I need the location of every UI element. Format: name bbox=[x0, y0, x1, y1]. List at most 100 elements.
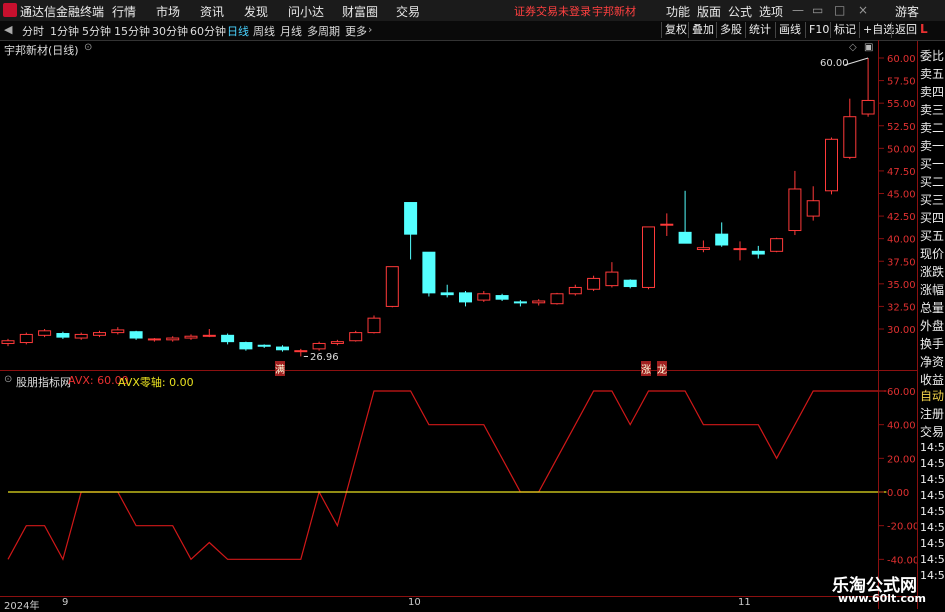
price-tick-label: 30.00 bbox=[887, 325, 916, 336]
panel-label: 现价 bbox=[920, 247, 945, 261]
candle bbox=[751, 250, 765, 255]
period-tab-5min[interactable]: 5分钟 bbox=[82, 23, 111, 39]
menu-item-ask[interactable]: 问小达 bbox=[288, 3, 324, 20]
panel-toggle-icon[interactable]: ▣ bbox=[864, 42, 873, 53]
candle bbox=[166, 337, 180, 341]
candle bbox=[605, 271, 619, 287]
x-axis-month-label: 10 bbox=[408, 597, 421, 608]
panel-trade-button[interactable]: 交易 bbox=[920, 423, 944, 440]
candles-layer bbox=[1, 57, 875, 357]
toolbar-overlay-button[interactable]: 叠加 bbox=[688, 22, 717, 38]
panel-label: 换手 bbox=[920, 337, 945, 351]
diamond-icon[interactable]: ◇ bbox=[849, 42, 857, 53]
tick-time: 14:56 bbox=[920, 473, 945, 486]
period-tab-weekly[interactable]: 周线 bbox=[253, 23, 275, 39]
period-tab-30min[interactable]: 30分钟 bbox=[152, 23, 188, 39]
close-icon[interactable]: × bbox=[858, 3, 868, 17]
candle bbox=[440, 292, 454, 296]
panel-L-button[interactable]: L bbox=[920, 22, 928, 36]
menu-item-formula[interactable]: 公式 bbox=[728, 3, 752, 20]
tick-time: 14:56 bbox=[920, 553, 945, 566]
main-chart-title: 宇邦新材(日线) bbox=[4, 44, 79, 57]
menu-item-market[interactable]: 市场 bbox=[156, 3, 180, 20]
menu-item-function[interactable]: 功能 bbox=[666, 3, 690, 20]
low-price-label: 26.96 bbox=[310, 352, 339, 363]
candle bbox=[349, 332, 363, 342]
candle bbox=[1, 340, 15, 344]
candle bbox=[513, 301, 527, 304]
candle bbox=[367, 317, 381, 334]
candle bbox=[642, 226, 655, 288]
price-tick-label: 57.50 bbox=[887, 77, 916, 88]
panel-auto-button[interactable]: 自动 bbox=[920, 387, 944, 404]
menu-item-layout[interactable]: 版面 bbox=[697, 3, 721, 20]
limit-up-marker[interactable]: 满 bbox=[275, 361, 285, 376]
period-tab-monthly[interactable]: 月线 bbox=[280, 23, 302, 39]
indicator-dropdown-icon[interactable]: ⊙ bbox=[4, 374, 12, 385]
menu-item-wealth[interactable]: 财富圈 bbox=[342, 3, 378, 20]
chart-title-dropdown-icon[interactable]: ⊙ bbox=[84, 42, 92, 53]
toolbar-f10-button[interactable]: F10 bbox=[805, 22, 832, 38]
candle bbox=[129, 331, 143, 339]
candle bbox=[385, 266, 399, 307]
toolbar-draw-button[interactable]: 画线 bbox=[775, 22, 804, 38]
period-tab-multi[interactable]: 多周期 bbox=[307, 23, 340, 39]
period-tab-more[interactable]: 更多 bbox=[345, 23, 367, 39]
panel-register-button[interactable]: 注册 bbox=[920, 405, 944, 422]
panel-label: 涨跌 bbox=[920, 265, 945, 279]
tick-time: 14:56 bbox=[920, 569, 945, 582]
period-tab-1min[interactable]: 1分钟 bbox=[50, 23, 79, 39]
login-status[interactable]: 证券交易未登录 bbox=[514, 3, 591, 19]
quote-side-panel: L 委比 卖五 卖四 卖三 卖二 卖一 买一 买二 买三 买四 买五 现价 涨跌… bbox=[917, 22, 945, 609]
indicator-name[interactable]: 股朋指标网 bbox=[16, 374, 71, 390]
price-tick-label: 55.00 bbox=[887, 99, 916, 110]
panel-label: 收益 bbox=[920, 373, 945, 387]
panel-label: 卖五 bbox=[920, 67, 945, 81]
candle bbox=[678, 231, 692, 244]
more-chevron-icon[interactable]: › bbox=[368, 23, 372, 36]
toolbar-back-button[interactable]: 返回 bbox=[891, 22, 920, 38]
collapse-icon[interactable]: ◀ bbox=[4, 23, 12, 36]
period-tab-15min[interactable]: 15分钟 bbox=[114, 23, 150, 39]
rise-marker[interactable]: 涨 bbox=[641, 361, 651, 376]
avx-series-line bbox=[7, 390, 887, 561]
period-tab-timeshare[interactable]: 分时 bbox=[22, 23, 44, 39]
candle bbox=[568, 286, 582, 295]
price-tick-label: 42.50 bbox=[887, 212, 916, 223]
period-tab-daily[interactable]: 日线 bbox=[227, 23, 249, 39]
menu-item-discover[interactable]: 发现 bbox=[244, 3, 268, 20]
dragon-marker[interactable]: 龙 bbox=[657, 361, 667, 376]
candle bbox=[56, 333, 70, 338]
candle bbox=[184, 335, 198, 339]
tick-time: 14:56 bbox=[920, 489, 945, 502]
tick-time: 14:56 bbox=[920, 505, 945, 518]
indicator-tick-label: 0.00 bbox=[887, 488, 909, 499]
candle bbox=[770, 238, 784, 252]
restore-icon[interactable]: ▭ bbox=[812, 3, 823, 17]
indicator-tick-label: 20.00 bbox=[887, 454, 916, 465]
maximize-icon[interactable]: □ bbox=[834, 3, 845, 17]
menu-item-news[interactable]: 资讯 bbox=[200, 3, 224, 20]
panel-label: 委比 bbox=[920, 49, 945, 63]
candle bbox=[422, 251, 436, 294]
price-tick-label: 32.50 bbox=[887, 302, 916, 313]
candle bbox=[861, 99, 875, 115]
minimize-icon[interactable]: — bbox=[792, 3, 804, 17]
candle bbox=[276, 346, 289, 351]
toolbar-stats-button[interactable]: 统计 bbox=[745, 22, 774, 38]
period-tab-60min[interactable]: 60分钟 bbox=[190, 23, 226, 39]
menu-item-trade[interactable]: 交易 bbox=[396, 3, 420, 20]
menu-item-quotes[interactable]: 行情 bbox=[112, 3, 136, 20]
guest-user[interactable]: 游客 bbox=[895, 3, 919, 20]
indicator-zero-value: AVX零轴: 0.00 bbox=[118, 376, 194, 389]
panel-label: 卖二 bbox=[920, 121, 945, 135]
candle bbox=[312, 342, 326, 350]
panel-label: 净资 bbox=[920, 355, 945, 369]
toolbar-multistock-button[interactable]: 多股 bbox=[716, 22, 745, 38]
menu-item-options[interactable]: 选项 bbox=[759, 3, 783, 20]
toolbar-mark-button[interactable]: 标记 bbox=[830, 22, 859, 38]
candle bbox=[38, 330, 52, 336]
chart-area[interactable]: 60.00 57.50 55.00 52.50 50.00 47.50 45.00 42.50… bbox=[0, 40, 917, 609]
toolbar-adjust-button[interactable]: 复权 bbox=[661, 22, 690, 38]
candle bbox=[532, 300, 546, 304]
